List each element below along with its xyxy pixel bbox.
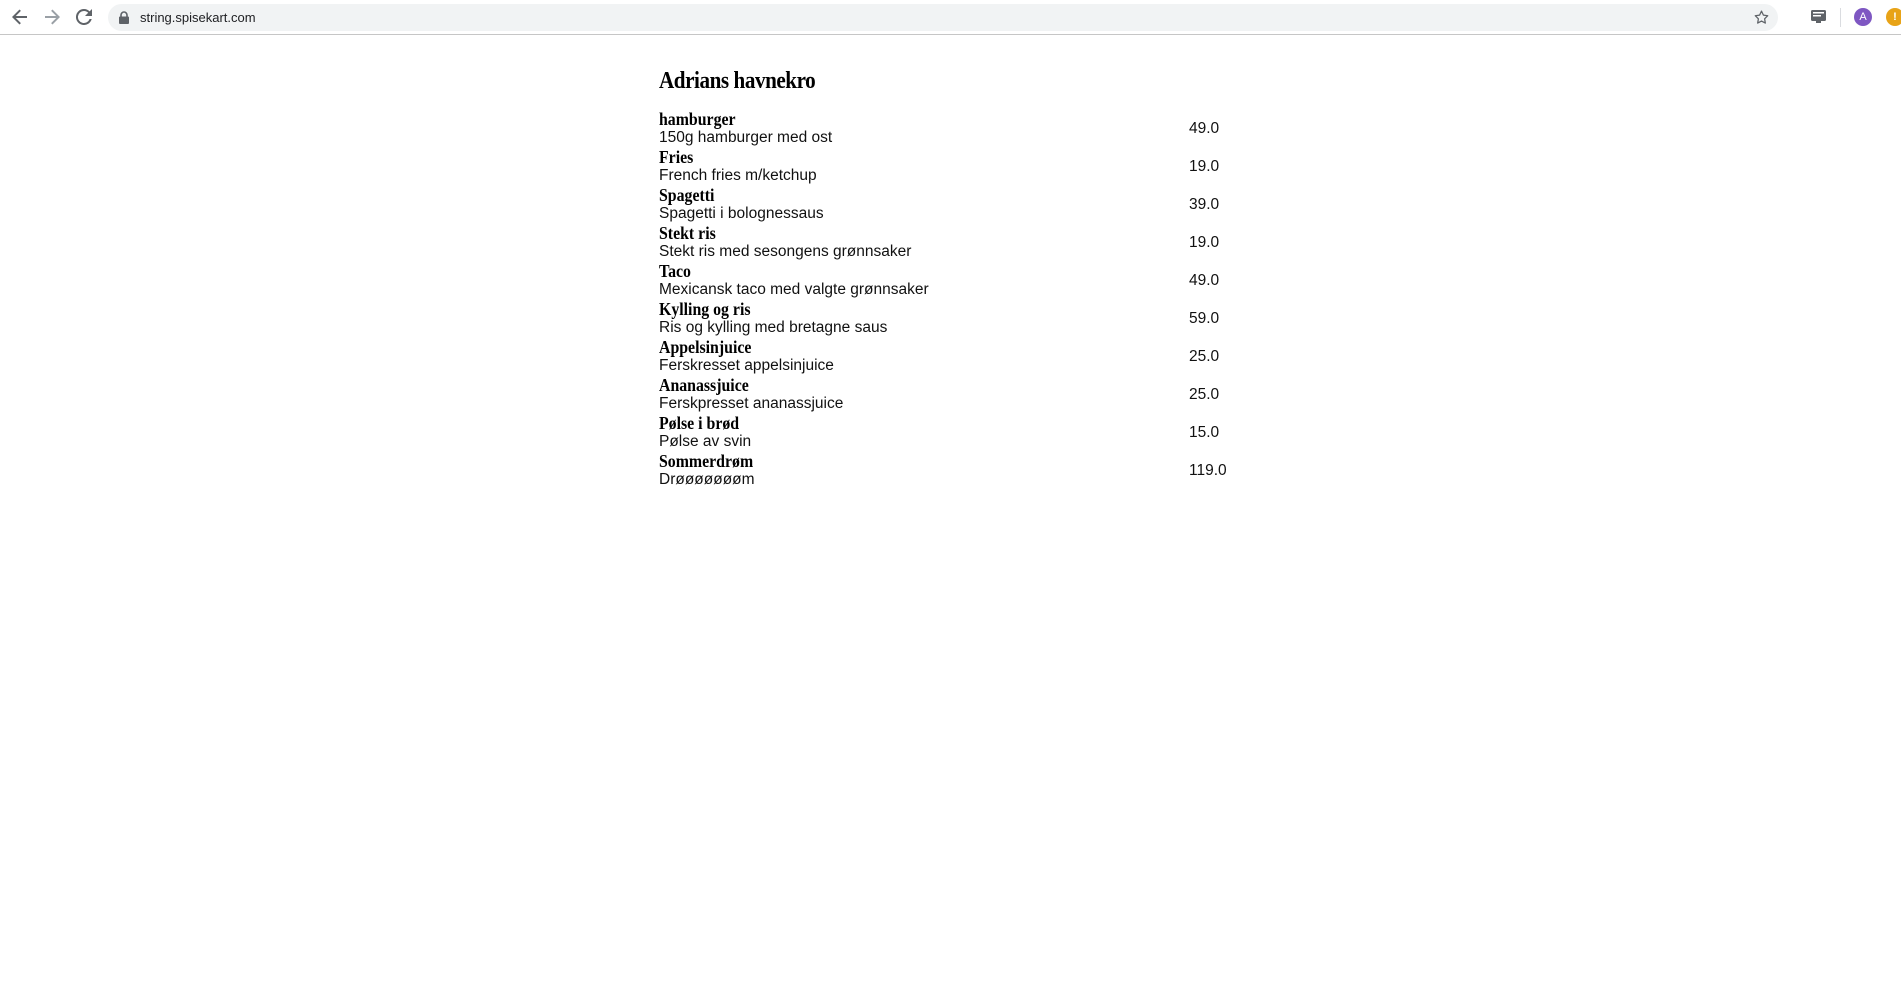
address-bar[interactable]: string.spisekart.com	[108, 4, 1778, 31]
item-price: 119.0	[1189, 462, 1227, 479]
menu-item: Fries French fries m/ketchup 19.0	[659, 147, 1239, 186]
page-content: Adrians havnekro hamburger 150g hamburge…	[0, 36, 1901, 987]
bookmark-star-icon[interactable]	[1753, 9, 1770, 26]
item-name: Taco	[659, 261, 691, 281]
item-price: 49.0	[1189, 272, 1220, 289]
menu-item: Ananassjuice Ferskpresset ananassjuice 2…	[659, 375, 1239, 414]
item-price: 19.0	[1189, 234, 1220, 251]
item-price: 25.0	[1189, 348, 1220, 365]
item-description: Pølse av svin	[659, 433, 752, 450]
item-name: Spagetti	[659, 185, 715, 205]
item-description: 150g hamburger med ost	[659, 129, 833, 146]
browser-toolbar: string.spisekart.com A !	[0, 0, 1901, 35]
item-description: Spagetti i bolognessaus	[659, 205, 824, 222]
update-badge-icon[interactable]: !	[1886, 8, 1901, 26]
item-price: 39.0	[1189, 196, 1220, 213]
item-description: Mexicansk taco med valgte grønnsaker	[659, 281, 929, 298]
restaurant-title: Adrians havnekro	[659, 68, 816, 94]
menu-list: hamburger 150g hamburger med ost 49.0 Fr…	[659, 109, 1239, 490]
menu-item: Kylling og ris Ris og kylling med bretag…	[659, 299, 1239, 338]
item-description: Ris og kylling med bretagne saus	[659, 319, 888, 336]
menu-item: Sommerdrøm Drøøøøøøøm 119.0	[659, 451, 1239, 490]
item-price: 59.0	[1189, 310, 1220, 327]
menu-item: Stekt ris Stekt ris med sesongens grønns…	[659, 223, 1239, 262]
menu: Adrians havnekro hamburger 150g hamburge…	[659, 66, 1239, 490]
menu-item: Taco Mexicansk taco med valgte grønnsake…	[659, 261, 1239, 300]
item-name: Kylling og ris	[659, 299, 751, 319]
menu-item: Pølse i brød Pølse av svin 15.0	[659, 413, 1239, 452]
menu-item: Spagetti Spagetti i bolognessaus 39.0	[659, 185, 1239, 224]
item-name: Appelsinjuice	[659, 337, 752, 357]
profile-avatar[interactable]: A	[1854, 8, 1872, 26]
item-description: French fries m/ketchup	[659, 167, 817, 184]
item-name: hamburger	[659, 109, 736, 129]
toolbar-divider	[1840, 8, 1841, 27]
lock-icon	[119, 11, 129, 24]
item-description: Drøøøøøøøm	[659, 471, 755, 488]
reload-icon[interactable]	[72, 5, 96, 29]
extension-icon[interactable]	[1810, 8, 1827, 25]
forward-arrow-icon[interactable]	[40, 5, 64, 29]
item-name: Ananassjuice	[659, 375, 749, 395]
menu-item: hamburger 150g hamburger med ost 49.0	[659, 109, 1239, 148]
item-price: 25.0	[1189, 386, 1220, 403]
item-description: Ferskpresset ananassjuice	[659, 395, 844, 412]
item-name: Fries	[659, 147, 694, 167]
item-description: Stekt ris med sesongens grønnsaker	[659, 243, 912, 260]
item-name: Pølse i brød	[659, 413, 740, 433]
item-price: 49.0	[1189, 120, 1220, 137]
item-price: 15.0	[1189, 424, 1220, 441]
item-price: 19.0	[1189, 158, 1220, 175]
item-description: Ferskresset appelsinjuice	[659, 357, 834, 374]
item-name: Stekt ris	[659, 223, 716, 243]
url-text: string.spisekart.com	[140, 10, 256, 25]
menu-item: Appelsinjuice Ferskresset appelsinjuice …	[659, 337, 1239, 376]
back-arrow-icon[interactable]	[8, 5, 32, 29]
item-name: Sommerdrøm	[659, 451, 754, 471]
